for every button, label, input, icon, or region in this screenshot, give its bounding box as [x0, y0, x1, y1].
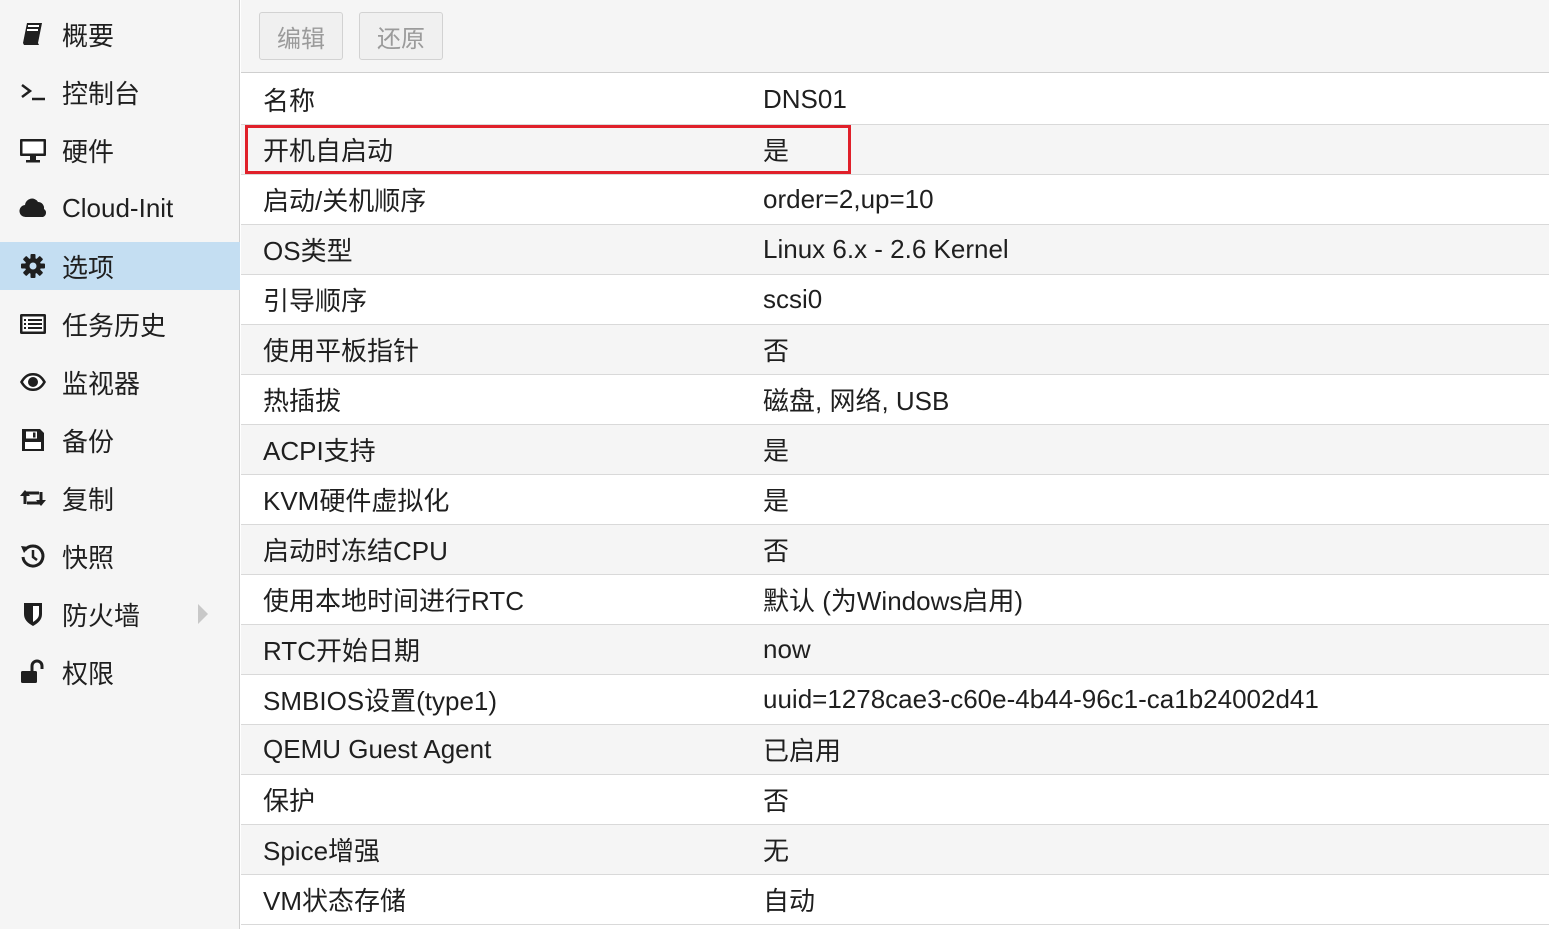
option-value: 否 [763, 536, 790, 566]
grid-row[interactable]: SMBIOS设置(type1) uuid=1278cae3-c60e-4b44-9… [241, 675, 1549, 725]
option-name: 使用本地时间进行RTC [263, 586, 524, 616]
grid-row[interactable]: VM状态存储 自动 [241, 875, 1549, 925]
floppy-icon [18, 425, 48, 455]
option-name: SMBIOS设置(type1) [263, 686, 498, 716]
option-name: KVM硬件虚拟化 [263, 486, 450, 516]
grid-row[interactable]: 引导顺序 scsi0 [241, 275, 1549, 325]
option-name: QEMU Guest Agent [263, 734, 492, 764]
sidebar-item-label: 控制台 [62, 78, 141, 109]
unlock-icon [18, 657, 48, 687]
edit-button[interactable]: 编辑 [259, 12, 343, 60]
sidebar-item-label: 备份 [62, 426, 115, 457]
sidebar-item-console[interactable]: 控制台 [0, 68, 240, 116]
option-value: 默认 (为Windows启用) [763, 586, 1024, 616]
sidebar-item-monitor[interactable]: 监视器 [0, 358, 240, 406]
toolbar: 编辑 还原 [241, 0, 1549, 73]
sidebar-item-label: 概要 [62, 20, 115, 51]
sidebar-item-label: 硬件 [62, 136, 115, 167]
grid-row[interactable]: 开机自启动 是 [241, 125, 1549, 175]
terminal-icon [18, 77, 48, 107]
option-value: order=2,up=10 [763, 184, 934, 214]
history-icon [18, 541, 48, 571]
grid-row[interactable]: 名称 DNS01 [241, 75, 1549, 125]
main-panel: 编辑 还原 名称 DNS01 开机自启动是 启动/关机顺序 order=2,up=1… [241, 0, 1549, 929]
option-name: 保护 [263, 786, 316, 816]
sidebar-item-task-history[interactable]: 任务历史 [0, 300, 240, 348]
sidebar-item-snapshots[interactable]: 快照 [0, 532, 240, 580]
grid-row[interactable]: 使用本地时间进行RTC 默认 (为Windows启用) [241, 575, 1549, 625]
gear-icon [18, 251, 48, 281]
option-value: 否 [763, 786, 790, 816]
sidebar-item-cloud-init[interactable]: Cloud-Init [0, 184, 240, 232]
revert-button[interactable]: 还原 [359, 12, 443, 60]
option-value: Linux 6.x - 2.6 Kernel [763, 234, 1009, 264]
sidebar-item-backup[interactable]: 备份 [0, 416, 240, 464]
chevron-right-icon[interactable] [198, 604, 208, 624]
grid-row[interactable]: OS类型 Linux 6.x - 2.6 Kernel [241, 225, 1549, 275]
grid-row[interactable]: QEMU Guest Agent 已启用 [241, 725, 1549, 775]
sidebar-item-label: 选项 [62, 252, 115, 283]
option-name: OS类型 [263, 236, 353, 266]
grid-row[interactable]: 使用平板指针 否 [241, 325, 1549, 375]
option-value: uuid=1278cae3-c60e-4b44-96c1-ca1b24002d4… [763, 684, 1319, 714]
grid-row[interactable]: 启动时冻结CPU 否 [241, 525, 1549, 575]
sidebar-item-label: 权限 [62, 658, 115, 689]
option-name: 启动/关机顺序 [263, 186, 427, 216]
eye-icon [18, 367, 48, 397]
grid-row[interactable]: 启动/关机顺序 order=2,up=10 [241, 175, 1549, 225]
sidebar-item-label: 任务历史 [62, 310, 167, 341]
option-name: VM状态存储 [263, 886, 407, 916]
option-name: 引导顺序 [263, 286, 368, 316]
sidebar-item-label: 复制 [62, 484, 115, 515]
sidebar-item-label: 快照 [62, 542, 115, 573]
monitor-icon [18, 135, 48, 165]
shield-icon [18, 599, 48, 629]
option-name: 启动时冻结CPU [263, 536, 448, 566]
option-value: 磁盘, 网络, USB [763, 386, 950, 416]
option-name: RTC开始日期 [263, 636, 420, 666]
grid-row[interactable]: Spice增强 无 [241, 825, 1549, 875]
sidebar-item-summary[interactable]: 概要 [0, 10, 240, 58]
sidebar: 概要 控制台 硬件 Cloud-Init 选项 任务历史 监视器 备份 复制 快… [0, 0, 240, 929]
sidebar-item-label: Cloud-Init [62, 192, 174, 223]
grid-row[interactable]: ACPI支持 是 [241, 425, 1549, 475]
option-value: 是 [763, 486, 790, 516]
option-value: now [763, 634, 811, 664]
option-value: 已启用 [763, 736, 842, 766]
sidebar-item-label: 防火墙 [62, 600, 141, 631]
sidebar-item-replication[interactable]: 复制 [0, 474, 240, 522]
option-value: DNS01 [763, 84, 847, 114]
sidebar-item-label: 监视器 [62, 368, 141, 399]
option-name: ACPI支持 [263, 436, 376, 466]
sidebar-item-permissions[interactable]: 权限 [0, 648, 240, 696]
option-name: Spice增强 [263, 836, 381, 866]
option-value: 无 [763, 836, 790, 866]
sidebar-item-firewall[interactable]: 防火墙 [0, 590, 240, 638]
option-value: 自动 [763, 886, 816, 916]
option-value: 是 [763, 436, 790, 466]
cloud-icon [18, 193, 48, 223]
option-name: 使用平板指针 [263, 336, 420, 366]
option-value: 否 [763, 336, 790, 366]
book-icon [18, 19, 48, 49]
option-value: scsi0 [763, 284, 823, 314]
grid-row[interactable]: KVM硬件虚拟化 是 [241, 475, 1549, 525]
grid-row[interactable]: 保护 否 [241, 775, 1549, 825]
option-value: 是 [763, 136, 790, 166]
option-name: 热插拔 [263, 386, 342, 416]
grid-row[interactable]: 热插拔 磁盘, 网络, USB [241, 375, 1549, 425]
sidebar-item-options[interactable]: 选项 [0, 242, 240, 290]
option-name: 名称 [263, 86, 316, 116]
retweet-icon [18, 483, 48, 513]
option-name: 开机自启动 [263, 136, 394, 166]
sidebar-item-hardware[interactable]: 硬件 [0, 126, 240, 174]
grid-row[interactable]: RTC开始日期 now [241, 625, 1549, 675]
list-icon [18, 309, 48, 339]
